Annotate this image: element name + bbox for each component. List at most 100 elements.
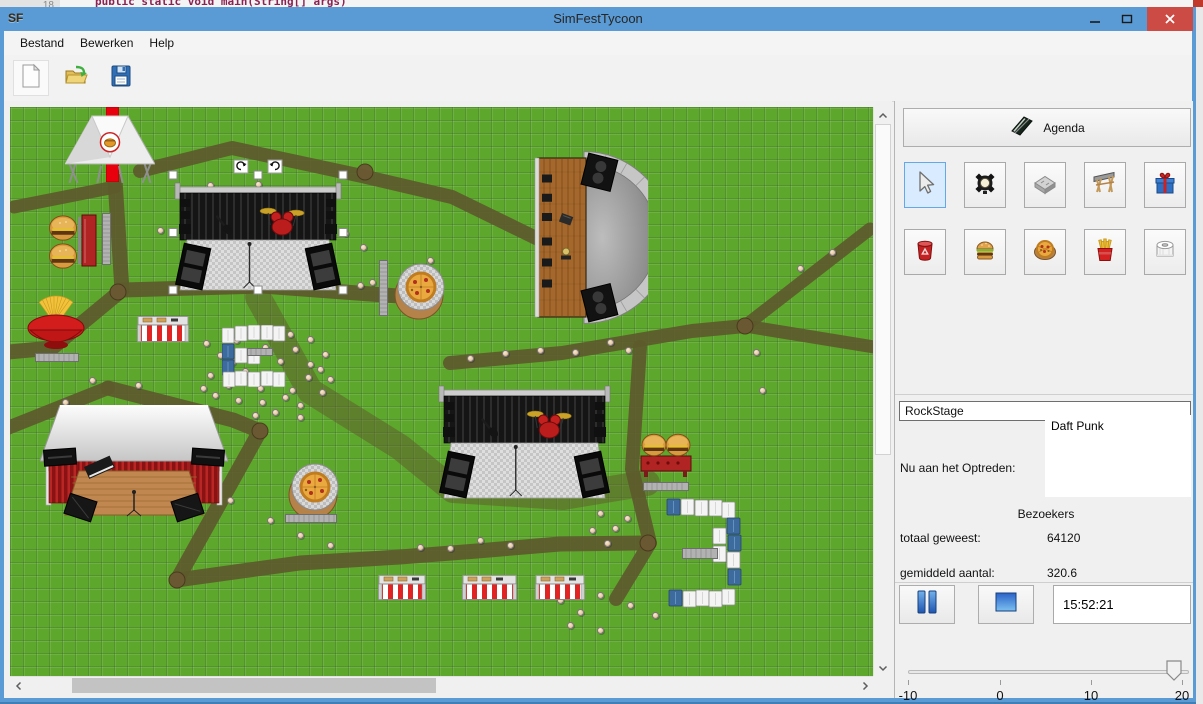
- menu-item-bestand[interactable]: Bestand: [12, 33, 72, 53]
- tool-burger-button[interactable]: [964, 229, 1006, 275]
- bench-2[interactable]: [35, 353, 79, 362]
- slider-tick: [908, 680, 909, 685]
- tool-toilet-roll-button[interactable]: [1144, 229, 1186, 275]
- tool-trash-button[interactable]: [904, 229, 946, 275]
- visitor-dot: [829, 249, 836, 256]
- agenda-icon: [1009, 113, 1035, 142]
- slider-tick: [1182, 680, 1183, 685]
- open-file-button[interactable]: [58, 60, 94, 96]
- visitor-dot: [597, 592, 604, 599]
- visitor-dot: [589, 527, 596, 534]
- burger-stand-2[interactable]: [640, 432, 692, 478]
- new-file-button[interactable]: [13, 60, 49, 96]
- horizontal-scrollbar[interactable]: [10, 676, 873, 694]
- visitor-dot: [203, 340, 210, 347]
- slider-tick-label: 0: [980, 688, 1020, 703]
- rock-stage-1[interactable]: [165, 159, 351, 298]
- bench-7[interactable]: [682, 548, 718, 559]
- toilet-block-1[interactable]: [222, 325, 286, 387]
- tool-path-tile-button[interactable]: [1024, 162, 1066, 208]
- vertical-scroll-thumb[interactable]: [875, 124, 891, 455]
- minimize-icon: [1089, 13, 1101, 25]
- close-button[interactable]: [1147, 7, 1193, 31]
- maximize-icon: [1121, 13, 1133, 25]
- maximize-button[interactable]: [1112, 7, 1142, 31]
- scroll-left-button[interactable]: [10, 677, 27, 694]
- visitor-dot: [604, 540, 611, 547]
- amphitheater-stage[interactable]: [528, 150, 648, 325]
- visitor-dot: [319, 389, 326, 396]
- visitor-dot: [759, 387, 766, 394]
- horizontal-scroll-thumb[interactable]: [72, 678, 436, 693]
- map-area: [4, 101, 892, 698]
- slider-tick: [1091, 680, 1092, 685]
- vertical-scrollbar[interactable]: [873, 107, 892, 676]
- visitor-dot: [307, 336, 314, 343]
- visitor-dot: [322, 351, 329, 358]
- food-stand-4[interactable]: [535, 575, 585, 600]
- bench-1[interactable]: [102, 213, 111, 265]
- background-ide-window: 18 public static void main(String[] args…: [0, 0, 1203, 7]
- stop-button[interactable]: [978, 585, 1034, 624]
- select-icon: [912, 170, 938, 201]
- visitor-dot: [417, 544, 424, 551]
- bench-4[interactable]: [379, 260, 388, 316]
- visitor-dot: [89, 377, 96, 384]
- visitor-dot: [597, 627, 604, 634]
- tool-fries-button[interactable]: [1084, 229, 1126, 275]
- visitor-dot: [157, 227, 164, 234]
- minimize-button[interactable]: [1080, 7, 1110, 31]
- tool-gate-button[interactable]: [1084, 162, 1126, 208]
- pause-button[interactable]: [899, 585, 955, 624]
- spotlight-icon: [972, 170, 998, 201]
- visitor-dot: [567, 622, 574, 629]
- pizza-table-2[interactable]: [287, 460, 343, 520]
- tool-spotlight-button[interactable]: [964, 162, 1006, 208]
- separator: [895, 394, 1193, 395]
- fries-stand-1[interactable]: [25, 292, 87, 350]
- visitor-dot: [289, 387, 296, 394]
- burger-icon: [972, 237, 998, 268]
- trash-icon: [912, 237, 938, 268]
- country-stage[interactable]: [40, 405, 228, 525]
- menu-item-help[interactable]: Help: [141, 33, 182, 53]
- speed-slider-track[interactable]: [908, 670, 1189, 674]
- average-value: 320.6: [1047, 566, 1077, 580]
- visitor-dot: [282, 394, 289, 401]
- bench-6[interactable]: [643, 482, 689, 491]
- average-label: gemiddeld aantal:: [900, 566, 995, 580]
- slider-thumb[interactable]: [1166, 660, 1182, 687]
- visitor-dot: [317, 366, 324, 373]
- visitor-dot: [753, 349, 760, 356]
- pizza-table-1[interactable]: [393, 258, 449, 322]
- title-bar[interactable]: SF SimFestTycoon: [0, 7, 1196, 31]
- bench-3[interactable]: [247, 348, 273, 356]
- map-canvas[interactable]: [10, 107, 873, 676]
- save-file-button[interactable]: [103, 60, 139, 96]
- agenda-button[interactable]: Agenda: [903, 108, 1191, 147]
- food-stand-1[interactable]: [137, 316, 189, 342]
- separator: [895, 582, 1193, 583]
- bench-5[interactable]: [285, 514, 337, 523]
- entrance-tent[interactable]: [65, 115, 155, 183]
- tool-select-button[interactable]: [904, 162, 946, 208]
- visitor-dot: [612, 525, 619, 532]
- scroll-up-button[interactable]: [874, 107, 891, 124]
- menu-item-bewerken[interactable]: Bewerken: [72, 33, 141, 53]
- menu-bar: BestandBewerkenHelp: [4, 31, 1192, 56]
- food-stand-3[interactable]: [462, 575, 517, 600]
- burger-stand-1[interactable]: [48, 213, 100, 269]
- visitor-dot: [259, 399, 266, 406]
- scroll-right-button[interactable]: [856, 677, 873, 694]
- tool-gift-button[interactable]: [1144, 162, 1186, 208]
- slider-tick-label: 10: [1071, 688, 1111, 703]
- pause-icon: [913, 588, 941, 621]
- visitor-dot: [507, 542, 514, 549]
- slider-tick-label: -10: [888, 688, 928, 703]
- visitor-dot: [627, 602, 634, 609]
- tool-pizza-button[interactable]: [1024, 229, 1066, 275]
- food-stand-2[interactable]: [378, 575, 426, 600]
- scroll-down-button[interactable]: [874, 659, 891, 676]
- rock-stage-2[interactable]: [429, 362, 620, 506]
- visitor-dot: [207, 372, 214, 379]
